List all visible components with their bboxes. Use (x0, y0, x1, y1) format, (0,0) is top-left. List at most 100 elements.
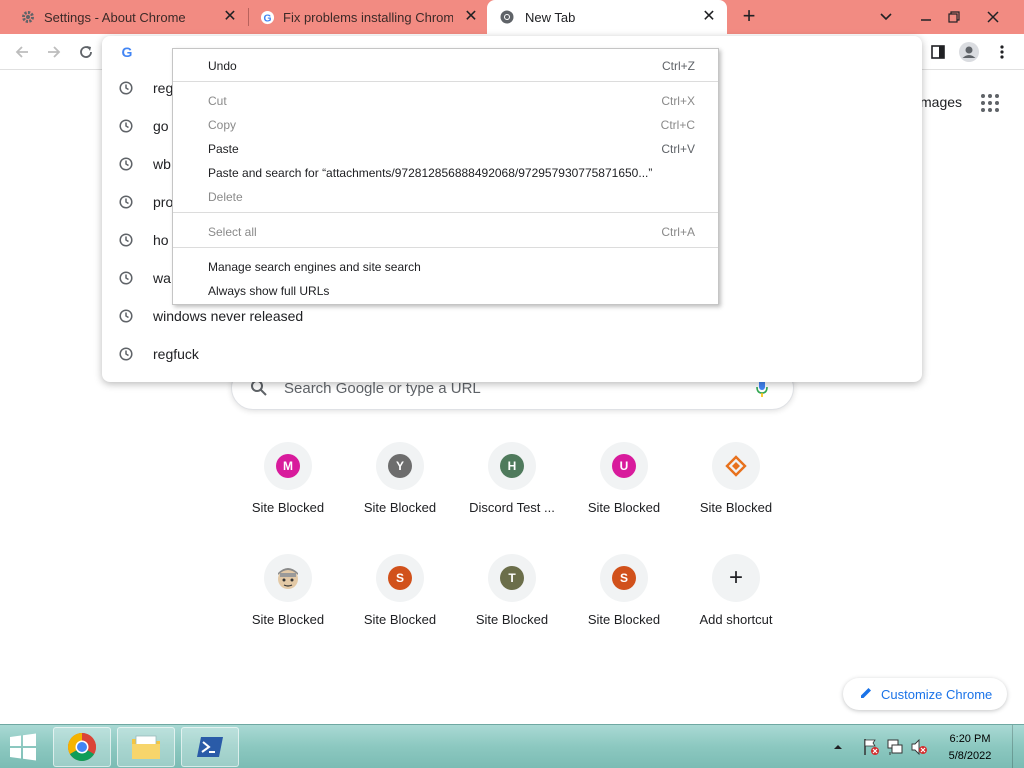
tab-settings-about-chrome[interactable]: Settings - About Chrome ✕ (0, 0, 248, 34)
network-icon[interactable] (884, 725, 906, 768)
menu-item-paste[interactable]: Paste Ctrl+V (173, 137, 718, 159)
tab-title: Fix problems installing Chrome - (283, 9, 453, 25)
tab-new-tab[interactable]: New Tab ✕ (487, 0, 727, 34)
svg-text:G: G (122, 44, 133, 60)
menu-separator (173, 247, 718, 248)
menu-item-select-all[interactable]: Select all Ctrl+A (173, 220, 718, 242)
taskbar-file-explorer-button[interactable] (117, 727, 175, 767)
shortcut-tile[interactable]: S Site Blocked (344, 554, 456, 654)
context-menu: Undo Ctrl+Z Cut Ctrl+X Copy Ctrl+C Paste Ctr… (172, 48, 719, 305)
shortcut-label: Site Blocked (699, 500, 773, 515)
chrome-icon (68, 733, 96, 761)
history-clock-icon (119, 309, 133, 328)
shortcut-label: Site Blocked (251, 500, 325, 515)
svg-text:G: G (263, 13, 271, 24)
plus-icon: + (712, 554, 760, 602)
search-placeholder: Search Google or type a URL (284, 380, 481, 397)
restore-button[interactable] (936, 0, 972, 34)
close-tab-icon[interactable]: ✕ (463, 9, 479, 25)
menu-item-paste-and-search[interactable]: Paste and search for “attachments/972812… (173, 161, 718, 183)
shortcut-favicon: H (488, 442, 536, 490)
volume-muted-icon[interactable] (908, 725, 930, 768)
forward-arrow-icon[interactable] (42, 40, 66, 64)
shortcut-tile[interactable]: U Site Blocked (568, 442, 680, 542)
tab-fix-problems[interactable]: G Fix problems installing Chrome - ✕ (249, 0, 489, 34)
shortcut-label: Site Blocked (363, 612, 437, 627)
menu-separator (173, 81, 718, 82)
new-tab-button[interactable]: + (737, 5, 761, 29)
shortcut-label: Site Blocked (251, 612, 325, 627)
menu-item-always-show-full-urls[interactable]: Always show full URLs (173, 279, 718, 301)
suggestion-text: ho (153, 232, 169, 248)
customize-label: Customize Chrome (881, 686, 993, 702)
action-center-flag-icon[interactable] (860, 725, 882, 768)
chrome-icon (499, 9, 515, 25)
close-tab-icon[interactable]: ✕ (701, 9, 717, 25)
gear-icon (20, 9, 36, 25)
folder-icon (132, 735, 160, 759)
tab-title: Settings - About Chrome (44, 9, 186, 25)
suggestion-text: go (153, 118, 169, 134)
suggestion-text: wb (153, 156, 171, 172)
cartoon-face-icon (264, 554, 312, 602)
shortcut-favicon: U (600, 442, 648, 490)
add-shortcut-button[interactable]: + Add shortcut (680, 554, 792, 654)
menu-separator (173, 212, 718, 213)
shortcut-tile[interactable]: S Site Blocked (568, 554, 680, 654)
shortcut-label: Discord Test ... (469, 500, 555, 515)
tab-search-icon[interactable] (868, 0, 904, 34)
shortcut-favicon: Y (376, 442, 424, 490)
google-apps-icon[interactable] (981, 94, 999, 112)
shortcut-tile[interactable]: Site Blocked (232, 554, 344, 654)
suggestion-text: regfuck (153, 346, 199, 362)
history-clock-icon (119, 81, 133, 100)
history-clock-icon (119, 119, 133, 138)
shortcut-label: Site Blocked (363, 500, 437, 515)
history-clock-icon (119, 157, 133, 176)
menu-item-manage-search-engines[interactable]: Manage search engines and site search (173, 255, 718, 277)
shortcut-favicon: S (376, 554, 424, 602)
show-desktop-button[interactable] (1012, 725, 1024, 768)
reload-icon[interactable] (74, 40, 98, 64)
more-menu-icon[interactable] (990, 40, 1014, 64)
suggestion-text: windows never released (153, 308, 304, 324)
shortcut-tile[interactable]: M Site Blocked (232, 442, 344, 542)
menu-item-copy[interactable]: Copy Ctrl+C (173, 113, 718, 135)
shortcut-tile[interactable]: Y Site Blocked (344, 442, 456, 542)
taskbar-time[interactable]: 6:20 PM (944, 733, 996, 745)
history-clock-icon (119, 347, 133, 366)
shortcut-label: Site Blocked (587, 612, 661, 627)
pencil-icon (859, 686, 873, 703)
shortcut-label: Site Blocked (475, 612, 549, 627)
shortcut-tile[interactable]: T Site Blocked (456, 554, 568, 654)
suggestion-text: reg (153, 80, 174, 96)
customize-chrome-button[interactable]: Customize Chrome (843, 678, 1007, 710)
windows-taskbar: 6:20 PM 5/8/2022 (0, 724, 1024, 768)
back-arrow-icon[interactable] (10, 40, 34, 64)
suggestion-text: wa (153, 270, 171, 286)
windows-start-icon[interactable] (8, 733, 38, 761)
shortcut-tile[interactable]: Site Blocked (680, 442, 792, 542)
history-clock-icon (119, 233, 133, 252)
shortcut-favicon: S (600, 554, 648, 602)
tab-strip: Settings - About Chrome ✕ G Fix problems… (0, 0, 1024, 34)
suggestion-text: pro (153, 194, 174, 210)
menu-item-cut[interactable]: Cut Ctrl+X (173, 89, 718, 111)
history-clock-icon (119, 195, 133, 214)
menu-item-undo[interactable]: Undo Ctrl+Z (173, 54, 718, 76)
powershell-icon (197, 737, 223, 757)
shortcut-tile[interactable]: H Discord Test ... (456, 442, 568, 542)
close-window-button[interactable] (975, 0, 1011, 34)
omnibox-suggestion[interactable]: regfuck (102, 336, 922, 374)
tab-title: New Tab (525, 9, 576, 25)
taskbar-chrome-button[interactable] (53, 727, 111, 767)
taskbar-powershell-button[interactable] (181, 727, 239, 767)
close-tab-icon[interactable]: ✕ (222, 9, 238, 25)
menu-item-delete[interactable]: Delete (173, 185, 718, 207)
profile-avatar-icon[interactable] (957, 40, 981, 64)
side-panel-icon[interactable] (926, 40, 950, 64)
show-hidden-icons-arrow[interactable] (830, 725, 846, 768)
images-link[interactable]: mages (920, 94, 962, 110)
taskbar-date[interactable]: 5/8/2022 (944, 750, 996, 762)
diamond-logo-icon (712, 442, 760, 490)
